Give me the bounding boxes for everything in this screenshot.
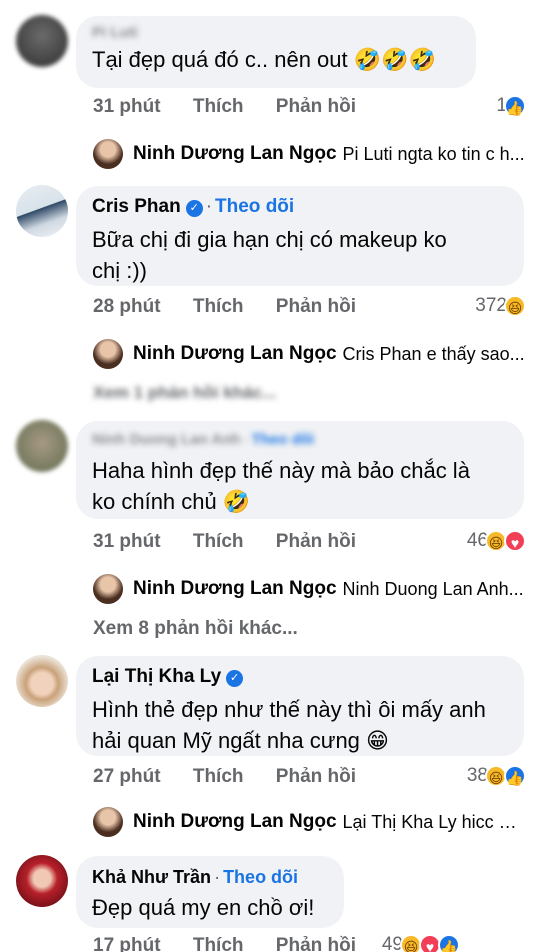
verified-badge-icon: ✓	[226, 670, 244, 687]
comment-text-line-2: chị :))	[92, 258, 147, 283]
avatar[interactable]	[16, 15, 68, 67]
reply-preview[interactable]: Ninh Dương Lan Ngọc Pi Luti ngta ko tin …	[93, 137, 526, 171]
view-more-replies[interactable]: Xem 8 phản hồi khác...	[93, 618, 298, 640]
comment-text: Tại đẹp quá đó c.. nên out 🤣🤣🤣	[92, 47, 436, 72]
avatar[interactable]	[16, 420, 68, 472]
comment-author[interactable]: Cris Phan	[92, 196, 181, 217]
avatar[interactable]	[16, 855, 68, 907]
comment-author[interactable]: Ninh Duong Lan Anh	[92, 431, 241, 448]
follow-button[interactable]: Theo dõi	[215, 196, 294, 217]
separator-dot: ·	[243, 431, 249, 448]
separator-dot: ·	[214, 867, 221, 887]
view-more-replies[interactable]: Xem 1 phản hồi khác...	[93, 383, 276, 403]
reply-preview[interactable]: Ninh Dương Lan Ngọc Cris Phan e thấy sao…	[93, 337, 526, 371]
reply-snippet: Ninh Duong Lan Anh...	[342, 578, 524, 599]
comment-bubble: Cris Phan ✓ · Theo dõi Bữa chị đi gia hạn c…	[76, 186, 524, 286]
comment-author[interactable]: Lại Thị Kha Ly	[92, 666, 221, 687]
comment-bubble: Lại Thị Kha Ly ✓ Hình thẻ đẹp như thế này…	[76, 656, 524, 756]
reply-avatar	[93, 574, 123, 604]
like-button[interactable]: Thích	[193, 96, 244, 117]
comment-author[interactable]: Pi Luti	[92, 24, 460, 42]
comment-time[interactable]: 31 phút	[93, 531, 161, 552]
follow-button[interactable]: Theo dõi	[252, 431, 315, 448]
comment-text: Đẹp quá my en chồ ơi!	[92, 895, 315, 920]
comment-author[interactable]: Khả Như Trần	[92, 867, 211, 887]
comment-time[interactable]: 28 phút	[93, 296, 161, 317]
reaction-summary[interactable]: 46 😆 ♥	[467, 530, 526, 552]
like-button[interactable]: Thích	[193, 766, 244, 787]
comment-text-line-1: Bữa chị đi gia hạn chị có makeup ko	[92, 227, 447, 252]
like-button[interactable]: Thích	[193, 296, 244, 317]
like-button[interactable]: Thích	[193, 935, 244, 952]
reply-avatar	[93, 339, 123, 369]
like-reaction-icon: 👍	[504, 765, 526, 787]
reply-button[interactable]: Phản hồi	[276, 296, 356, 317]
like-reaction-icon: 👍	[504, 95, 526, 117]
comment-text-line-2: hải quan Mỹ ngất nha cưng 😁	[92, 728, 389, 753]
reaction-summary[interactable]: 1 👍	[496, 95, 526, 117]
comment-text-line-1: Haha hình đẹp thế này mà bảo chắc là	[92, 458, 470, 483]
separator-dot: ·	[205, 196, 213, 217]
reply-button[interactable]: Phản hồi	[276, 766, 356, 787]
reply-preview[interactable]: Ninh Dương Lan Ngọc Lại Thị Kha Ly hicc …	[93, 805, 526, 839]
comment-time[interactable]: 17 phút	[93, 935, 161, 952]
follow-button[interactable]: Theo dõi	[223, 867, 298, 887]
comment-time[interactable]: 31 phút	[93, 96, 161, 117]
verified-badge-icon: ✓	[185, 200, 203, 217]
comment-actions: 31 phút Thích Phản hồi	[93, 96, 383, 118]
reply-preview[interactable]: Ninh Dương Lan Ngọc Ninh Duong Lan Anh..…	[93, 572, 526, 606]
reply-snippet: Lại Thị Kha Ly hicc gi...	[342, 811, 526, 832]
reaction-summary[interactable]: 38 😆 👍	[467, 765, 526, 787]
haha-reaction-icon: 😆	[504, 295, 526, 317]
avatar[interactable]	[16, 185, 68, 237]
reaction-summary[interactable]: 372 😆	[475, 295, 526, 317]
avatar[interactable]	[16, 655, 68, 707]
reaction-summary[interactable]: 49 😆 ♥ 👍	[382, 934, 460, 952]
comment-text-line-2: ko chính chủ 🤣	[92, 489, 251, 514]
reply-button[interactable]: Phản hồi	[276, 531, 356, 552]
comment-text-line-1: Hình thẻ đẹp như thế này thì ôi mấy anh	[92, 697, 486, 722]
comment-actions: 31 phút Thích Phản hồi	[93, 531, 383, 553]
reply-author[interactable]: Ninh Dương Lan Ngọc	[133, 343, 337, 365]
comment-bubble: Khả Như Trần · Theo dõi Đẹp quá my en chồ …	[76, 856, 344, 928]
reply-button[interactable]: Phản hồi	[276, 935, 356, 952]
reply-avatar	[93, 807, 123, 837]
reply-avatar	[93, 139, 123, 169]
comment-time[interactable]: 27 phút	[93, 766, 161, 787]
comment-bubble: Ninh Duong Lan Anh · Theo dõi Haha hình đẹ…	[76, 421, 524, 519]
love-reaction-icon: ♥	[504, 530, 526, 552]
like-reaction-icon: 👍	[438, 934, 460, 952]
reply-author[interactable]: Ninh Dương Lan Ngọc	[133, 578, 337, 600]
reaction-count: 372	[475, 295, 507, 316]
comment-actions: 27 phút Thích Phản hồi	[93, 766, 383, 788]
comment-bubble: Pi Luti Tại đẹp quá đó c.. nên out 🤣🤣🤣	[76, 16, 476, 88]
comment-actions: 17 phút Thích Phản hồi	[93, 935, 383, 952]
comment-actions: 28 phút Thích Phản hồi	[93, 296, 383, 318]
reply-button[interactable]: Phản hồi	[276, 96, 356, 117]
reply-snippet: Pi Luti ngta ko tin c h...	[342, 143, 525, 164]
like-button[interactable]: Thích	[193, 531, 244, 552]
reply-snippet: Cris Phan e thấy sao...	[342, 343, 525, 364]
reply-author[interactable]: Ninh Dương Lan Ngọc	[133, 143, 337, 165]
reply-author[interactable]: Ninh Dương Lan Ngọc	[133, 811, 337, 833]
